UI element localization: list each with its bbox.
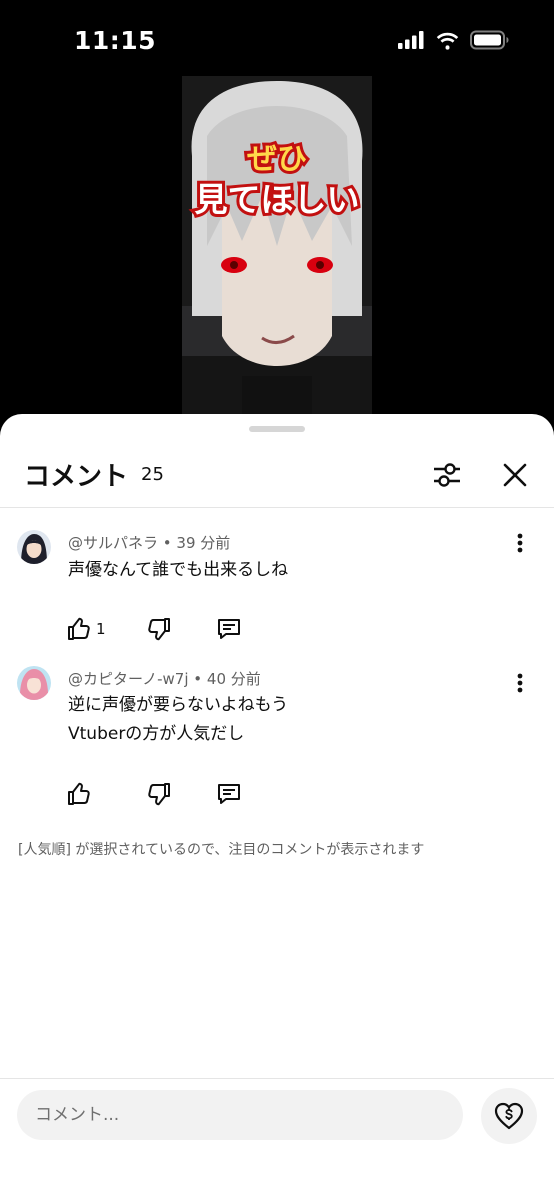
thumbs-down-icon xyxy=(147,618,170,641)
thumbs-up-icon xyxy=(68,617,90,640)
sort-filter-button[interactable] xyxy=(428,456,466,494)
comments-title: コメント xyxy=(24,462,129,492)
super-thanks-button[interactable] xyxy=(481,1088,537,1144)
comments-sheet: コメント 25 @サルパネラ • 39 分前 声優なんて誰でも出来るしね 1 @… xyxy=(0,414,554,1200)
comment-actions xyxy=(66,779,242,809)
status-time: 11:15 xyxy=(74,26,157,55)
sliders-icon xyxy=(434,463,460,487)
comment-text: 逆に声優が要らないよねもう Vtuberの方が人気だし xyxy=(68,691,288,749)
close-icon xyxy=(503,463,527,487)
comment-input[interactable] xyxy=(17,1090,463,1140)
like-button[interactable] xyxy=(66,781,92,807)
comment-actions: 1 xyxy=(66,614,242,644)
header-divider xyxy=(0,507,554,508)
input-divider xyxy=(0,1078,554,1079)
video-overlay-text-line2: 見てほしい xyxy=(192,177,363,222)
sort-note: [人気順] が選択されているので、注目のコメントが表示されます xyxy=(18,842,425,858)
comment-more-button[interactable] xyxy=(508,668,532,698)
dislike-button[interactable] xyxy=(146,616,172,642)
reply-button[interactable] xyxy=(216,781,242,807)
reply-icon xyxy=(217,619,240,639)
comment-author[interactable]: @サルパネラ xyxy=(68,534,158,552)
comment-more-button[interactable] xyxy=(508,528,532,558)
status-bar: 11:15 xyxy=(0,0,554,80)
comment-text-line: Vtuberの方が人気だし xyxy=(68,724,245,744)
battery-icon xyxy=(470,30,509,50)
video-frame xyxy=(182,76,372,418)
video-player[interactable]: ぜひ 見てほしい xyxy=(182,76,372,418)
comment-time: 39 分前 xyxy=(176,534,231,552)
cellular-signal-icon xyxy=(398,31,424,49)
close-button[interactable] xyxy=(496,456,534,494)
comment-meta: @カピターノ-w7j • 40 分前 xyxy=(68,668,261,689)
like-count: 1 xyxy=(96,620,106,638)
thumbs-down-icon xyxy=(148,783,170,806)
avatar[interactable] xyxy=(17,666,51,700)
reply-button[interactable] xyxy=(216,616,242,642)
like-button[interactable]: 1 xyxy=(66,616,106,642)
avatar[interactable] xyxy=(17,530,51,564)
wifi-icon xyxy=(436,32,459,50)
comments-count: 25 xyxy=(141,464,164,485)
heart-dollar-icon xyxy=(494,1102,524,1130)
thumbs-up-icon xyxy=(68,782,90,805)
more-vertical-icon xyxy=(517,533,523,553)
screen: 11:15 ぜひ 見てほしい コメント 25 @サルパネラ • 39 分前 声優… xyxy=(0,0,554,1200)
reply-icon xyxy=(218,784,240,804)
comment-text: 声優なんて誰でも出来るしね xyxy=(68,556,288,585)
meta-separator: • xyxy=(162,534,177,552)
avatar-image xyxy=(17,530,51,564)
comment-text-line: 逆に声優が要らないよねもう xyxy=(68,695,289,715)
more-vertical-icon xyxy=(517,673,523,693)
avatar-image xyxy=(17,666,51,700)
comment-time: 40 分前 xyxy=(206,670,261,688)
meta-separator: • xyxy=(193,670,207,688)
drag-handle[interactable] xyxy=(249,426,305,432)
video-overlay-text-line1: ぜひ xyxy=(244,139,310,180)
status-icons xyxy=(398,30,510,50)
comment-meta: @サルパネラ • 39 分前 xyxy=(68,532,230,553)
comments-header: コメント 25 xyxy=(0,444,554,506)
comment-author[interactable]: @カピターノ-w7j xyxy=(68,670,189,688)
comment-text-line: 声優なんて誰でも出来るしね xyxy=(68,560,289,580)
dislike-button[interactable] xyxy=(146,781,172,807)
